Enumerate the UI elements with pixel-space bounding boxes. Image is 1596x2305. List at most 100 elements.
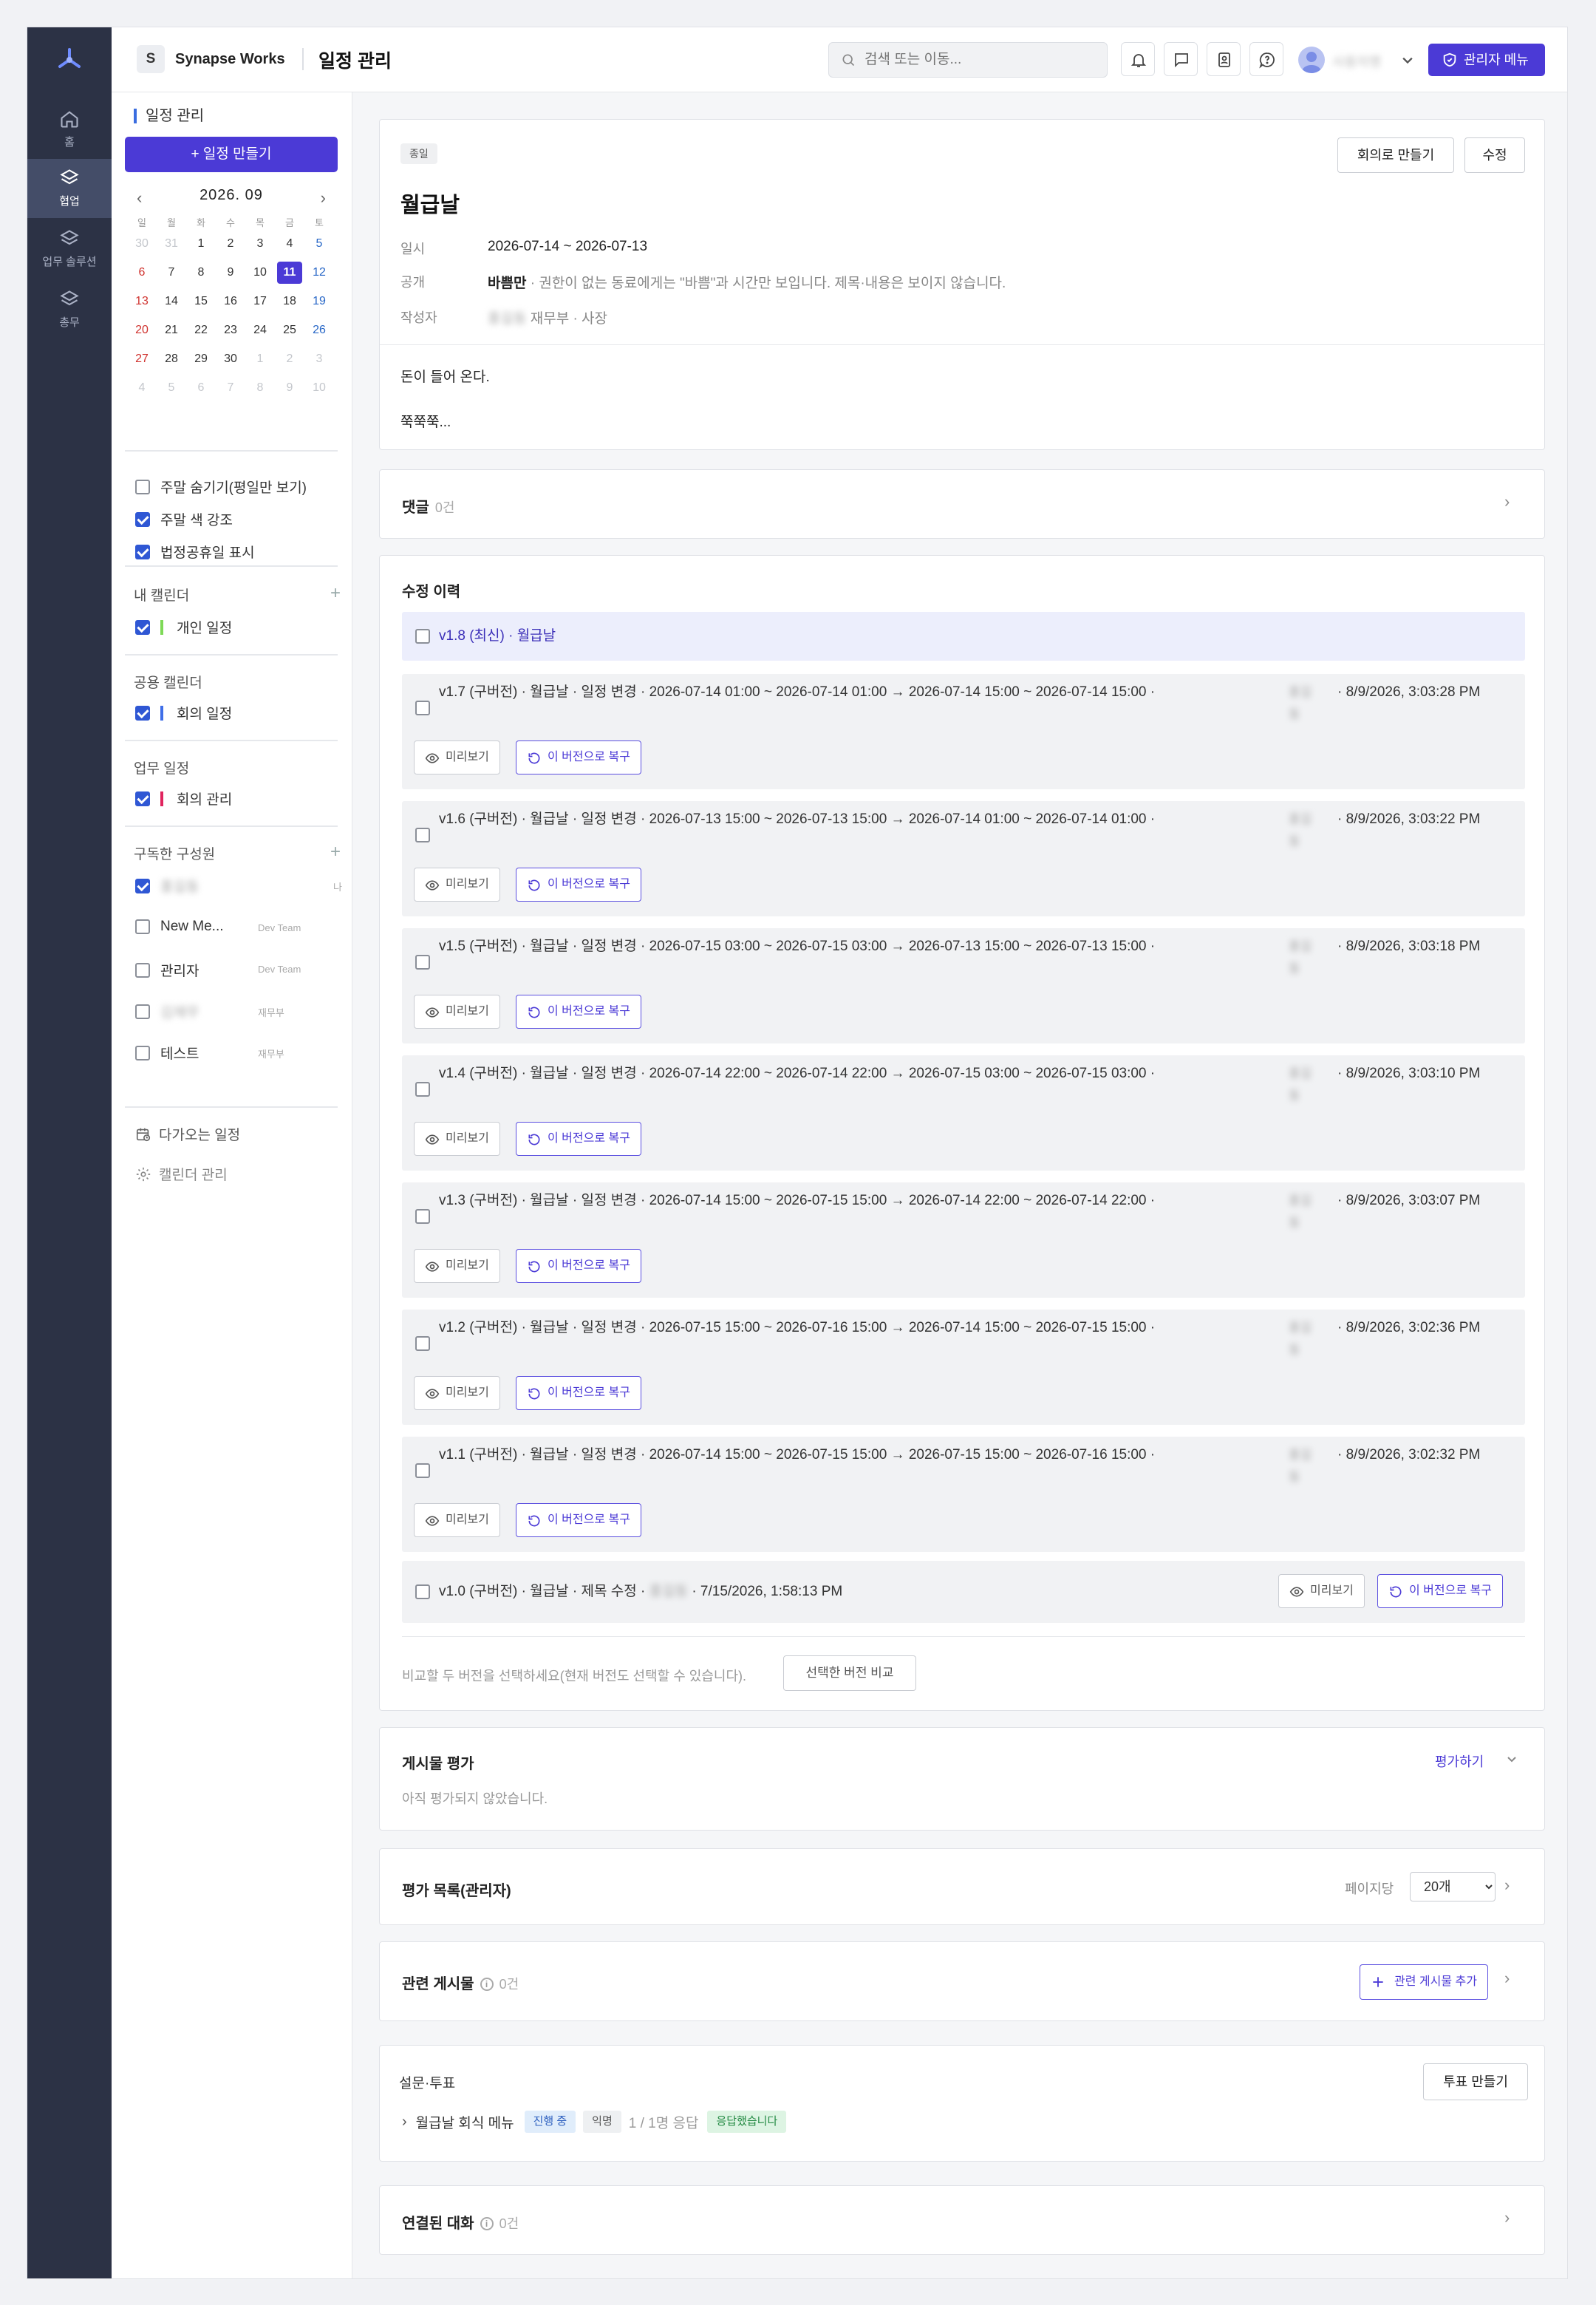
preview-button[interactable]: 미리보기 [414,1122,500,1156]
calendar-day[interactable]: 6 [127,262,157,290]
checkbox[interactable] [135,511,150,527]
checkbox[interactable] [135,619,150,635]
checkbox[interactable] [415,828,430,842]
checkbox[interactable] [135,705,150,721]
user-name[interactable]: 사용자명 [1332,52,1381,71]
member-item[interactable]: 관리자 [135,960,199,980]
calendar-day[interactable]: 17 [245,290,275,319]
preview-button[interactable]: 미리보기 [414,740,500,774]
calendar-day[interactable]: 25 [275,319,304,348]
convert-to-meeting-button[interactable]: 회의로 만들기 [1337,137,1454,173]
checkbox[interactable] [415,701,430,715]
upcoming-events-link[interactable]: 다가오는 일정 [135,1124,240,1144]
avatar[interactable] [1298,47,1325,73]
checkbox[interactable] [135,1045,150,1060]
search-input[interactable] [864,49,1094,71]
member-item[interactable]: 테스트 [135,1043,199,1063]
checkbox[interactable] [415,1463,430,1478]
calendar-day[interactable]: 5 [157,377,186,406]
linked-conversations-card[interactable]: 연결된 대화 i 0건 › [379,2185,1545,2255]
calendar-day[interactable]: 27 [127,348,157,377]
checkbox[interactable] [135,544,150,559]
calendar-day[interactable]: 30 [216,348,245,377]
preview-button[interactable]: 미리보기 [414,1249,500,1283]
info-icon[interactable]: i [480,2217,494,2230]
checkbox[interactable] [135,479,150,494]
contacts-button[interactable] [1207,42,1241,76]
rail-item-general[interactable]: 총무 [27,280,112,339]
restore-button[interactable]: 이 버전으로 복구 [516,740,641,774]
calendar-day[interactable]: 3 [304,348,334,377]
calendar-day[interactable]: 10 [304,377,334,406]
comments-card[interactable]: 댓글 0건 › [379,469,1545,539]
checkbox[interactable] [415,629,430,644]
calendar-day[interactable]: 9 [216,262,245,290]
admin-menu-button[interactable]: 관리자 메뉴 [1428,44,1545,76]
calendar-day[interactable]: 7 [157,262,186,290]
calendar-day[interactable]: 5 [304,233,334,262]
chevron-right-icon[interactable]: › [1504,492,1510,511]
chevron-down-icon[interactable] [1503,1750,1521,1768]
rail-item-collab[interactable]: 협업 [27,159,112,218]
workspace-badge[interactable]: S [137,45,165,73]
calendar-day[interactable]: 22 [186,319,216,348]
calendar-day[interactable]: 11 [275,262,304,290]
rail-item-business[interactable]: 업무 솔루션 [27,219,112,279]
calendar-day[interactable]: 4 [127,377,157,406]
calendar-day[interactable]: 9 [275,377,304,406]
calendar-day[interactable]: 13 [127,290,157,319]
calendar-day[interactable]: 3 [245,233,275,262]
calendar-day[interactable]: 16 [216,290,245,319]
member-item[interactable]: 홍길동 [135,876,199,896]
checkbox[interactable] [135,878,150,893]
calendar-day[interactable]: 2 [275,348,304,377]
calendar-day[interactable]: 21 [157,319,186,348]
calendar-day[interactable]: 4 [275,233,304,262]
calendar-meetings[interactable]: 회의 일정 [135,703,232,723]
calendar-meeting-mgmt[interactable]: 회의 관리 [135,789,232,808]
view-option[interactable]: 법정공휴일 표시 [135,542,255,562]
restore-button[interactable]: 이 버전으로 복구 [516,1503,641,1537]
preview-button[interactable]: 미리보기 [414,995,500,1029]
restore-button[interactable]: 이 버전으로 복구 [516,868,641,902]
restore-button[interactable]: 이 버전으로 복구 [1377,1574,1503,1608]
checkbox[interactable] [135,791,150,806]
checkbox[interactable] [135,919,150,934]
restore-button[interactable]: 이 버전으로 복구 [516,1376,641,1410]
chevron-right-icon[interactable]: › [1504,1876,1510,1895]
calendar-day[interactable]: 18 [275,290,304,319]
member-item[interactable]: 김재무 [135,1001,199,1021]
calendar-day[interactable]: 23 [216,319,245,348]
calendar-day[interactable]: 20 [127,319,157,348]
calendar-day[interactable]: 14 [157,290,186,319]
calendar-day[interactable]: 19 [304,290,334,319]
info-icon[interactable]: i [480,1978,494,1991]
checkbox[interactable] [415,1209,430,1224]
calendar-day[interactable]: 12 [304,262,334,290]
next-month-icon[interactable]: › [321,188,326,208]
poll-item[interactable]: › 월급날 회식 메뉴 진행 중 익명 1 / 1명 응답 응답했습니다 [402,2111,794,2133]
calendar-day[interactable]: 30 [127,233,157,262]
checkbox[interactable] [415,955,430,970]
calendar-day[interactable]: 6 [186,377,216,406]
calendar-day[interactable]: 31 [157,233,186,262]
calendar-personal[interactable]: 개인 일정 [135,617,232,637]
calendar-day[interactable]: 7 [216,377,245,406]
rail-item-home[interactable]: 홈 [27,100,112,159]
restore-button[interactable]: 이 버전으로 복구 [516,1122,641,1156]
app-logo-icon[interactable] [53,44,86,76]
checkbox[interactable] [415,1584,430,1599]
preview-button[interactable]: 미리보기 [414,1503,500,1537]
add-related-post-button[interactable]: 관련 게시물 추가 [1360,1964,1488,2000]
restore-button[interactable]: 이 버전으로 복구 [516,1249,641,1283]
view-option[interactable]: 주말 색 강조 [135,509,233,529]
view-option[interactable]: 주말 숨기기(평일만 보기) [135,477,307,497]
restore-button[interactable]: 이 버전으로 복구 [516,995,641,1029]
per-page-select[interactable]: 20개 [1410,1872,1496,1901]
calendar-day[interactable]: 1 [186,233,216,262]
create-event-button[interactable]: + 일정 만들기 [125,137,338,172]
calendar-day[interactable]: 28 [157,348,186,377]
calendar-day[interactable]: 26 [304,319,334,348]
chevron-right-icon[interactable]: › [1504,1969,1510,1988]
preview-button[interactable]: 미리보기 [1278,1574,1365,1608]
